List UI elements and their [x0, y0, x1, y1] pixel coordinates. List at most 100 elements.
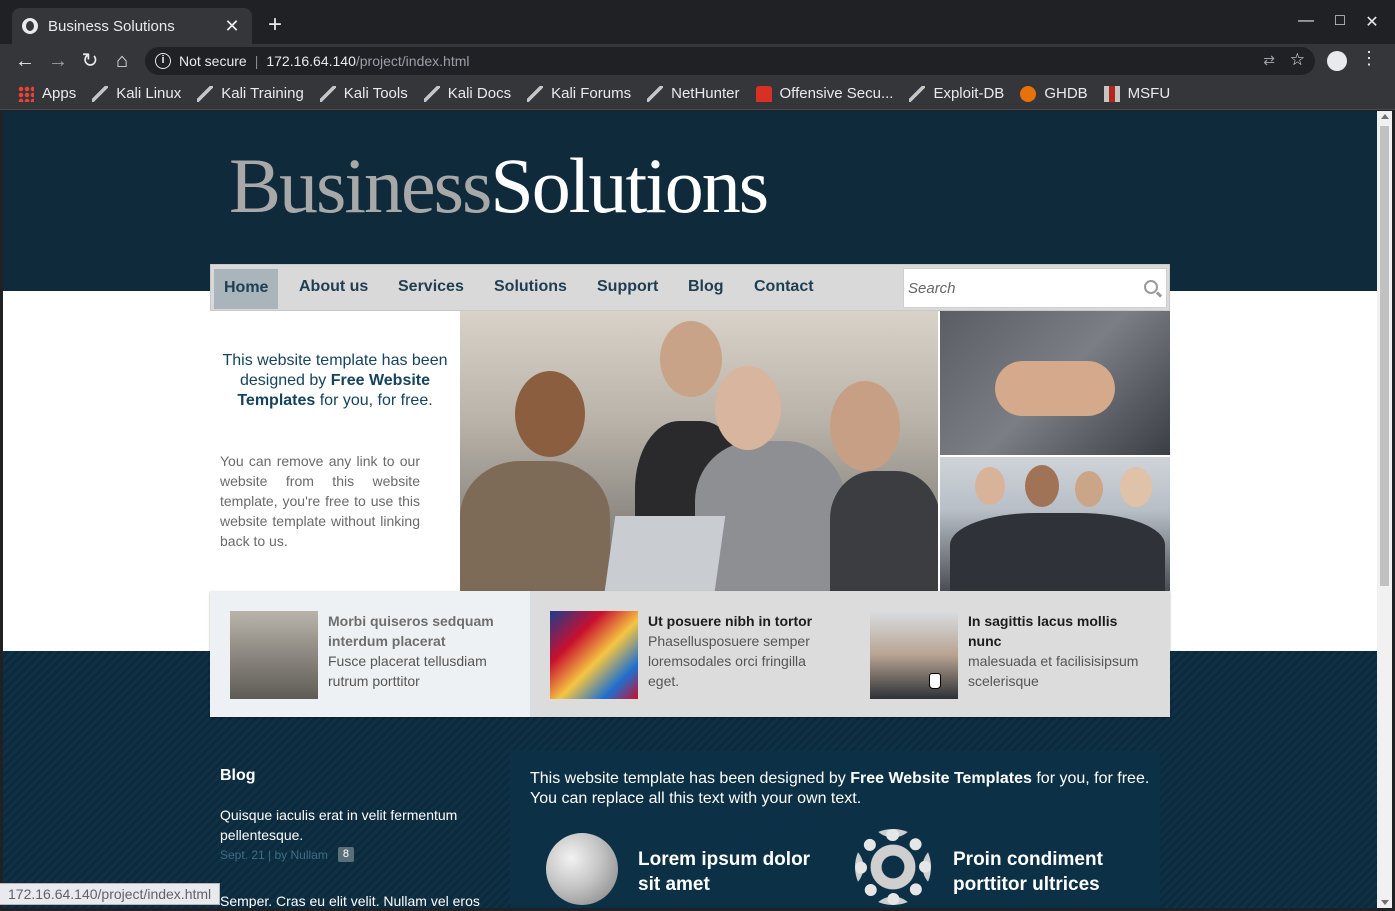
url-host: 172.16.64.140 — [266, 53, 356, 69]
meeting-photo — [460, 311, 938, 591]
scroll-up-arrow-icon[interactable] — [1381, 114, 1389, 119]
status-url-bubble: 172.16.64.140/project/index.html — [0, 883, 221, 905]
new-tab-button[interactable]: + — [262, 12, 288, 38]
bookmark-label: Kali Docs — [447, 85, 512, 102]
browser-tab[interactable]: Business Solutions ✕ — [12, 8, 252, 44]
feature-text: Fusce placerat tellusdiam rutrum porttit… — [328, 653, 487, 689]
content-intro: This website template has been designed … — [530, 769, 1170, 809]
nav-services[interactable]: Services — [398, 265, 464, 309]
photo-figure — [995, 361, 1115, 416]
blog-post-text[interactable]: Quisque iaculis erat in velit fermentum … — [220, 805, 500, 845]
gear-icon — [855, 829, 931, 905]
photo-figure — [975, 467, 1005, 505]
nav-blog[interactable]: Blog — [688, 265, 724, 309]
feature-thumbnail[interactable] — [870, 611, 958, 699]
profile-avatar-icon[interactable] — [1327, 51, 1347, 71]
bookmark-offensive-security[interactable]: Offensive Secu... — [755, 85, 894, 102]
bookmark-label: NetHunter — [671, 85, 740, 102]
kali-dragon-icon — [423, 85, 440, 102]
logo-business: Business — [229, 142, 492, 229]
hand-cursor-icon — [929, 673, 941, 689]
nethunter-icon — [647, 85, 664, 102]
browser-tab-strip: Business Solutions ✕ + — □ ✕ — [0, 0, 1395, 44]
content-intro-text: This website template has been designed … — [530, 770, 851, 787]
bookmark-label: Offensive Secu... — [779, 85, 894, 102]
service-title[interactable]: Proin condiment porttitor ultrices — [953, 847, 1143, 897]
blog-post-meta: Sept. 21 | by Nullam 8 — [220, 847, 500, 862]
bookmark-label: Kali Tools — [343, 85, 408, 102]
translate-icon[interactable]: ⇄ — [1263, 52, 1275, 69]
close-window-icon[interactable]: ✕ — [1362, 12, 1382, 32]
photo-figure — [830, 381, 900, 471]
kali-dragon-icon — [92, 85, 109, 102]
feature-item[interactable]: Ut posuere nibh in tortor Phasellusposue… — [530, 591, 850, 717]
bookmark-label: Kali Forums — [551, 85, 632, 102]
feature-thumbnail[interactable] — [550, 611, 638, 699]
address-divider: | — [254, 53, 259, 69]
site-logo[interactable]: BusinessSolutions — [229, 141, 769, 231]
bookmark-msfu[interactable]: MSFU — [1103, 85, 1170, 102]
feature-text: malesuada et facilisisipsum scelerisque — [968, 653, 1139, 689]
photo-figure — [460, 461, 610, 591]
comment-count-badge[interactable]: 8 — [337, 847, 354, 862]
bookmark-exploit-db[interactable]: Exploit-DB — [909, 85, 1004, 102]
photo-figure — [1120, 467, 1152, 507]
home-button[interactable]: ⌂ — [109, 48, 135, 74]
nav-about-us[interactable]: About us — [299, 265, 368, 309]
close-tab-icon[interactable]: ✕ — [222, 16, 242, 37]
info-icon[interactable]: i — [155, 53, 171, 69]
page-scrollbar[interactable] — [1377, 111, 1392, 908]
bookmark-kali-tools[interactable]: Kali Tools — [319, 85, 408, 102]
service-title[interactable]: Lorem ipsum dolor sit amet — [638, 847, 828, 897]
intro-panel: This website template has been designed … — [210, 311, 460, 591]
minimize-icon[interactable]: — — [1296, 12, 1316, 30]
bookmark-kali-forums[interactable]: Kali Forums — [527, 85, 631, 102]
scrollbar-thumb[interactable] — [1380, 126, 1389, 586]
feature-item[interactable]: Morbi quiseros sedquam interdum placerat… — [210, 591, 530, 717]
bookmark-ghdb[interactable]: GHDB — [1020, 85, 1088, 102]
intro-lead: This website template has been designed … — [222, 351, 448, 411]
feature-thumbnail[interactable] — [230, 611, 318, 699]
photo-figure — [1075, 471, 1103, 507]
logo-solutions: Solutions — [490, 142, 769, 229]
bookmark-kali-training[interactable]: Kali Training — [197, 85, 304, 102]
security-label[interactable]: Not secure — [179, 53, 247, 69]
search-icon[interactable] — [1144, 280, 1158, 294]
bookmark-apps[interactable]: Apps — [18, 85, 76, 102]
feature-title[interactable]: Ut posuere nibh in tortor — [648, 611, 828, 631]
feature-item[interactable]: In sagittis lacus mollis nunc malesuada … — [850, 591, 1170, 717]
menu-icon[interactable]: ⋮ — [1360, 48, 1378, 69]
photo-figure — [830, 471, 938, 591]
msfu-icon — [1103, 85, 1120, 102]
bookmark-star-icon[interactable]: ☆ — [1290, 50, 1305, 70]
free-website-templates-link[interactable]: Free Website Templates — [850, 770, 1032, 787]
laptop-shape — [604, 516, 726, 591]
nav-support[interactable]: Support — [597, 265, 658, 309]
bookmark-nethunter[interactable]: NetHunter — [647, 85, 740, 102]
forward-button[interactable]: → — [45, 48, 71, 74]
ghdb-icon — [1020, 85, 1037, 102]
address-bar[interactable]: i Not secure | 172.16.64.140 /project/in… — [145, 47, 1315, 75]
maximize-icon[interactable]: □ — [1330, 12, 1350, 30]
back-button[interactable]: ← — [12, 48, 38, 74]
reload-button[interactable]: ↻ — [77, 48, 103, 74]
search-input[interactable] — [904, 269, 1134, 307]
bookmark-label: GHDB — [1044, 85, 1088, 102]
bookmark-kali-docs[interactable]: Kali Docs — [423, 85, 512, 102]
kali-dragon-icon — [527, 85, 544, 102]
bookmark-kali-linux[interactable]: Kali Linux — [92, 85, 181, 102]
features-strip: Morbi quiseros sedquam interdum placerat… — [210, 591, 1170, 717]
exploitdb-icon — [909, 85, 926, 102]
nav-home[interactable]: Home — [214, 269, 279, 309]
blog-post-text[interactable]: Semper. Cras eu elit velit. Nullam vel e… — [220, 891, 520, 908]
scroll-down-arrow-icon[interactable] — [1381, 900, 1389, 905]
handshake-photo — [940, 311, 1170, 455]
feature-title[interactable]: Morbi quiseros sedquam interdum placerat — [328, 611, 508, 651]
feature-title[interactable]: In sagittis lacus mollis nunc — [968, 611, 1148, 651]
tab-title: Business Solutions — [48, 17, 175, 35]
nav-contact[interactable]: Contact — [754, 265, 814, 309]
photo-figure — [1025, 465, 1059, 507]
nav-solutions[interactable]: Solutions — [494, 265, 567, 309]
photo-figure — [660, 321, 722, 397]
browser-toolbar: ← → ↻ ⌂ i Not secure | 172.16.64.140 /pr… — [0, 44, 1395, 78]
